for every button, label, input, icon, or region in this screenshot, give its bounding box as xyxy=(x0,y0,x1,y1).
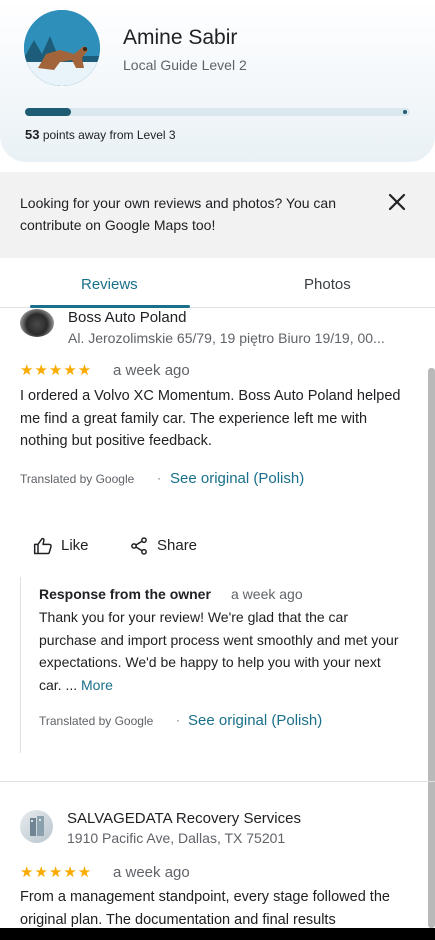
review-text: From a management standpoint, every stag… xyxy=(20,889,390,928)
scrollbar[interactable] xyxy=(428,368,435,928)
more-link[interactable]: More xyxy=(81,677,113,693)
share-icon xyxy=(131,537,147,555)
level-progress-bar xyxy=(25,108,410,116)
response-text: Thank you for your review! We're glad th… xyxy=(39,606,399,696)
tab-reviews[interactable]: Reviews xyxy=(81,276,138,293)
star-rating: ★★★★★ xyxy=(20,362,93,379)
review-date: a week ago xyxy=(113,864,190,881)
thumbs-up-icon xyxy=(33,537,52,555)
business-address: Al. Jerozolimskie 65/79, 19 piętro Biuro… xyxy=(68,330,385,346)
close-icon[interactable] xyxy=(385,190,409,214)
see-original-link[interactable]: See original (Polish) xyxy=(170,470,304,487)
contribute-banner: Looking for your own reviews and photos?… xyxy=(0,172,435,258)
star-rating: ★★★★★ xyxy=(20,864,93,881)
share-button[interactable]: Share xyxy=(129,535,209,557)
bottom-edge xyxy=(0,928,435,940)
owner-response: Response from the owner a week ago Thank… xyxy=(20,577,400,753)
business-name[interactable]: SALVAGEDATA Recovery Services xyxy=(67,810,301,827)
response-translated-label: Translated by Google xyxy=(39,714,154,728)
tab-photos[interactable]: Photos xyxy=(304,276,351,293)
like-button[interactable]: Like xyxy=(33,535,103,557)
level-progress-fill xyxy=(25,108,72,116)
share-label: Share xyxy=(157,537,198,554)
avatar[interactable] xyxy=(24,10,100,86)
response-separator: · xyxy=(176,713,180,727)
active-tab-indicator xyxy=(30,305,190,308)
business-name[interactable]: Boss Auto Poland xyxy=(68,309,186,326)
tab-bar: Reviews Photos xyxy=(0,258,435,308)
like-label: Like xyxy=(61,537,89,554)
response-see-original-link[interactable]: See original (Polish) xyxy=(188,712,322,729)
translated-label: Translated by Google xyxy=(20,472,135,486)
review-divider xyxy=(0,781,435,782)
banner-text: Looking for your own reviews and photos?… xyxy=(20,195,336,233)
review-text: I ordered a Volvo XC Momentum. Boss Auto… xyxy=(20,388,401,449)
profile-name: Amine Sabir xyxy=(123,26,238,49)
separator: · xyxy=(157,471,161,485)
business-address: 1910 Pacific Ave, Dallas, TX 75201 xyxy=(67,830,286,846)
points-count: 53 xyxy=(25,127,40,142)
profile-header: Amine Sabir Local Guide Level 2 53 point… xyxy=(0,0,435,162)
profile-level: Local Guide Level 2 xyxy=(123,57,247,73)
response-title: Response from the owner xyxy=(39,586,211,602)
points-label: points away from Level 3 xyxy=(42,128,176,142)
review-date: a week ago xyxy=(113,362,190,379)
points-to-next-level: 53 points away from Level 3 xyxy=(25,127,176,142)
progress-end-dot xyxy=(403,110,407,114)
response-date: a week ago xyxy=(231,586,303,602)
business-thumbnail[interactable] xyxy=(20,309,54,337)
business-thumbnail[interactable] xyxy=(20,810,53,843)
